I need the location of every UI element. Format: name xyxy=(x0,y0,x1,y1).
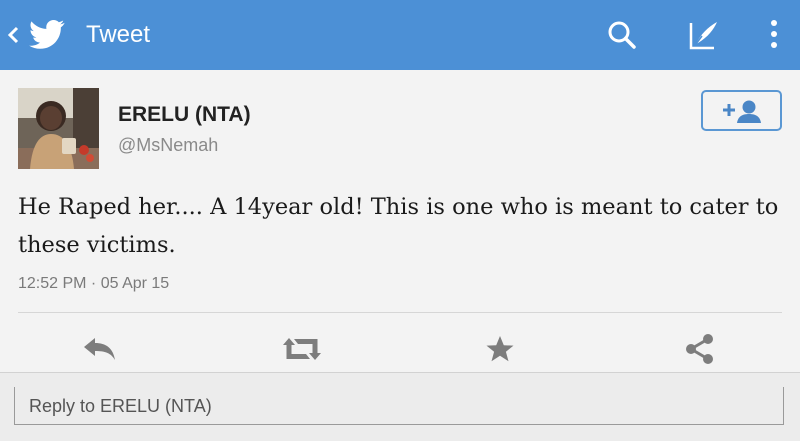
share-button[interactable] xyxy=(682,333,718,365)
compose-tweet-icon xyxy=(689,22,717,50)
page-title: Tweet xyxy=(86,21,151,48)
twitter-bird-icon xyxy=(29,20,65,49)
back-chevron-icon xyxy=(7,26,19,44)
retweet-button[interactable] xyxy=(282,333,321,365)
action-bar: Tweet xyxy=(0,0,800,70)
tweet-text: He Raped her.... A 14year old! This is o… xyxy=(18,194,779,258)
author-handle[interactable]: @MsNemah xyxy=(118,134,218,156)
reply-input[interactable] xyxy=(27,393,771,419)
share-icon xyxy=(686,334,713,364)
author-name[interactable]: ERELU (NTA) xyxy=(118,102,251,128)
retweet-icon xyxy=(283,338,321,360)
add-user-icon xyxy=(723,100,761,123)
reply-field xyxy=(14,387,784,425)
search-button[interactable] xyxy=(604,17,640,53)
reply-bar xyxy=(0,372,800,441)
avatar[interactable] xyxy=(18,88,99,169)
overflow-menu-icon xyxy=(771,20,777,48)
profile-photo xyxy=(18,88,99,169)
reply-icon xyxy=(84,338,115,360)
compose-button[interactable] xyxy=(686,17,722,53)
favorite-button[interactable] xyxy=(482,333,518,365)
reply-button[interactable] xyxy=(82,333,118,365)
divider xyxy=(18,312,782,313)
search-icon xyxy=(608,21,636,49)
overflow-menu-button[interactable] xyxy=(756,17,792,53)
back-button[interactable] xyxy=(6,20,86,50)
star-icon xyxy=(486,336,514,362)
tweet-timestamp: 12:52 PM · 05 Apr 15 xyxy=(18,275,170,292)
follow-button[interactable] xyxy=(701,90,782,131)
